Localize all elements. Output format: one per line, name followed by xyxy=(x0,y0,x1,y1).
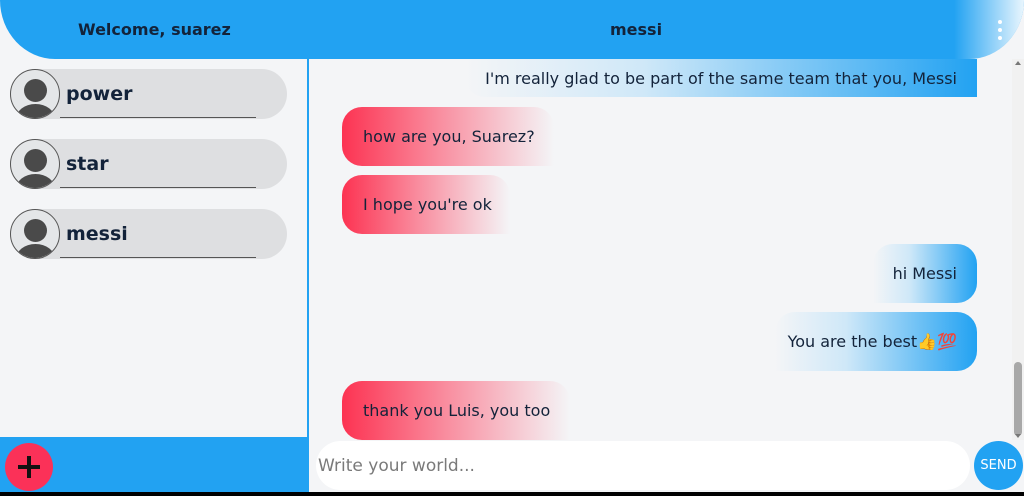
contact-item-star[interactable]: star xyxy=(10,139,287,189)
message-bubble-sent: I'm really glad to be part of the same t… xyxy=(465,59,977,97)
scroll-up-arrow-icon[interactable] xyxy=(1015,61,1021,65)
welcome-text: Welcome, suarez xyxy=(78,20,231,39)
app-header: Welcome, suarez messi xyxy=(0,0,1024,59)
send-button[interactable]: SEND xyxy=(974,441,1023,490)
add-contact-button[interactable] xyxy=(5,443,53,491)
kebab-dot xyxy=(998,20,1002,24)
contact-name: star xyxy=(66,153,109,175)
contact-underline xyxy=(60,257,256,258)
contact-item-power[interactable]: power xyxy=(10,69,287,119)
user-avatar-icon xyxy=(10,69,60,119)
chat-title: messi xyxy=(610,20,663,39)
message-scrollbar[interactable] xyxy=(1012,59,1024,440)
contact-item-messi[interactable]: messi xyxy=(10,209,287,259)
header-fade xyxy=(954,0,1024,59)
message-bubble-received: how are you, Suarez? xyxy=(342,107,554,166)
user-avatar-icon xyxy=(10,139,60,189)
message-bubble-sent: hi Messi xyxy=(873,244,977,303)
scroll-thumb[interactable] xyxy=(1014,362,1022,436)
contact-underline xyxy=(60,117,256,118)
scroll-down-arrow-icon[interactable] xyxy=(1015,434,1021,438)
contact-underline xyxy=(60,187,256,188)
contact-name: power xyxy=(66,83,133,105)
kebab-dot xyxy=(998,28,1002,32)
contact-name: messi xyxy=(66,223,128,245)
message-bubble-received: I hope you're ok xyxy=(342,175,510,234)
message-bubble-sent: You are the best👍💯 xyxy=(775,312,977,371)
user-avatar-icon xyxy=(10,209,60,259)
kebab-dot xyxy=(998,36,1002,40)
kebab-menu-icon[interactable] xyxy=(992,20,1008,40)
contacts-sidebar: power star messi xyxy=(0,59,307,437)
chat-app: Welcome, suarez messi power star messi I… xyxy=(0,0,1024,492)
message-bubble-received: thank you Luis, you too xyxy=(342,381,570,440)
message-list: I'm really glad to be part of the same t… xyxy=(309,59,1012,440)
message-input[interactable] xyxy=(316,441,970,490)
